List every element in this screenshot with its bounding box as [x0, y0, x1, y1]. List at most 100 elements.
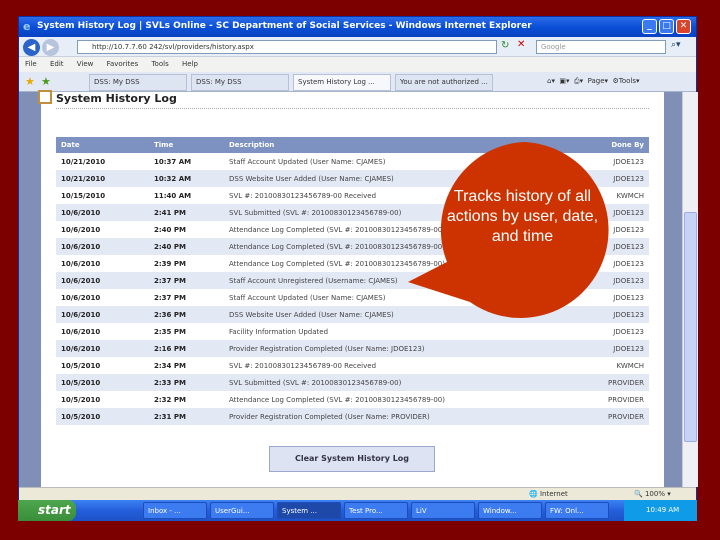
cell-time: 10:32 AM: [149, 170, 224, 187]
table-row: 10/5/2010 2:32 PM Attendance Log Completed…: [56, 391, 649, 408]
tab-dss-2[interactable]: DSS: My DSS: [191, 74, 289, 91]
taskbar-item[interactable]: LiV: [411, 502, 475, 519]
cell-date: 10/5/2010: [56, 408, 149, 425]
taskbar-item[interactable]: Window...: [478, 502, 542, 519]
cell-description: SVL Submitted (SVL #: 20100830123456789-…: [224, 374, 576, 391]
table-row: 10/6/2010 2:39 PM Attendance Log Completed…: [56, 255, 649, 272]
cell-date: 10/6/2010: [56, 238, 149, 255]
zone-indicator: 🌐 Internet: [529, 490, 568, 498]
cell-date: 10/6/2010: [61, 293, 101, 302]
table-row: 10/6/2010 2:37 PM Staff Account Updated (U…: [56, 289, 649, 306]
cell-time: 2:40 PM: [154, 225, 186, 234]
search-icon[interactable]: ⌕▾: [671, 40, 681, 50]
menu-file[interactable]: File: [25, 60, 37, 68]
back-button[interactable]: ◀: [23, 39, 40, 56]
cell-time: 2:40 PM: [149, 238, 224, 255]
tab-bar: ★ ★ DSS: My DSS DSS: My DSS System Histo…: [19, 72, 696, 92]
cell-done-by: KWMCH: [616, 361, 644, 370]
zoom-control[interactable]: 🔍 100% ▾: [634, 490, 671, 498]
tools-menu[interactable]: ⚙Tools▾: [613, 77, 640, 85]
search-input[interactable]: Google: [536, 40, 666, 54]
browser-window: e System History Log | SVLs Online - SC …: [18, 16, 698, 501]
favorites-star-icon[interactable]: ★: [25, 75, 35, 88]
cell-description: Staff Account Updated (User Name: CJAMES…: [229, 293, 386, 302]
cell-time: 2:36 PM: [149, 306, 224, 323]
vertical-scrollbar[interactable]: [682, 92, 698, 487]
col-done-by[interactable]: Done By: [575, 137, 649, 153]
home-icon[interactable]: ⌂▾: [547, 77, 555, 85]
cell-time: 2:37 PM: [149, 272, 224, 289]
cell-description: DSS Website User Added (User Name: CJAME…: [224, 306, 576, 323]
col-description[interactable]: Description: [224, 137, 576, 153]
status-bar: 🌐 Internet 🔍 100% ▾: [19, 487, 696, 501]
refresh-icon[interactable]: ↻: [501, 40, 509, 51]
cell-date: 10/6/2010: [61, 259, 101, 268]
menu-edit[interactable]: Edit: [50, 60, 64, 68]
page-menu[interactable]: Page▾: [588, 77, 608, 85]
cell-time: 2:32 PM: [154, 395, 186, 404]
table-row: 10/5/2010 2:34 PM SVL #: 20100830123456789…: [56, 357, 649, 374]
cell-date: 10/6/2010: [56, 340, 149, 357]
system-tray: 10:49 AM: [624, 500, 697, 521]
scroll-thumb[interactable]: [684, 212, 697, 442]
clear-history-button[interactable]: Clear System History Log: [269, 446, 435, 472]
tab-not-authorized[interactable]: You are not authorized ...: [395, 74, 493, 91]
right-margin: [664, 92, 682, 487]
document-icon: [38, 90, 52, 104]
forward-button[interactable]: ▶: [42, 39, 59, 56]
divider: [56, 108, 649, 109]
cell-done-by: JDOE123: [613, 327, 644, 336]
taskbar-item[interactable]: System ...: [277, 502, 341, 519]
cell-done-by: PROVIDER: [575, 408, 649, 425]
taskbar-item[interactable]: Inbox - ...: [143, 502, 207, 519]
cell-description: Attendance Log Completed (SVL #: 2010083…: [229, 259, 445, 268]
minimize-button[interactable]: _: [642, 19, 657, 34]
start-button[interactable]: start: [18, 500, 76, 521]
menu-tools[interactable]: Tools: [151, 60, 168, 68]
maximize-button[interactable]: □: [659, 19, 674, 34]
menu-favorites[interactable]: Favorites: [107, 60, 139, 68]
callout-text: Tracks history of all actions by user, d…: [446, 188, 599, 245]
cell-done-by: PROVIDER: [607, 395, 644, 404]
cell-time: 2:37 PM: [154, 293, 186, 302]
menu-help[interactable]: Help: [182, 60, 198, 68]
cell-description: Facility Information Updated: [229, 327, 329, 336]
cell-date: 10/15/2010: [61, 191, 106, 200]
cell-time: 2:39 PM: [154, 259, 186, 268]
table-row: 10/6/2010 2:16 PM Provider Registration Co…: [56, 340, 649, 357]
menu-view[interactable]: View: [77, 60, 94, 68]
print-icon[interactable]: ⎙▾: [574, 77, 583, 85]
cell-date: 10/21/2010: [61, 157, 106, 166]
taskbar-item[interactable]: Test Pro...: [344, 502, 408, 519]
cell-time: 2:16 PM: [149, 340, 224, 357]
tab-system-history[interactable]: System History Log ...: [293, 74, 391, 91]
cell-done-by: JDOE123: [575, 340, 649, 357]
cell-time: 2:34 PM: [154, 361, 186, 370]
table-row: 10/21/2010 10:37 AM Staff Account Updated …: [56, 153, 649, 170]
url-input[interactable]: http://10.7.7.60 242/svl/providers/histo…: [77, 40, 497, 54]
cell-date: 10/6/2010: [56, 272, 149, 289]
cell-date: 10/5/2010: [56, 374, 149, 391]
menu-bar: File Edit View Favorites Tools Help: [19, 57, 696, 72]
stop-icon[interactable]: ✕: [517, 39, 525, 50]
taskbar-item[interactable]: FW: Onl...: [545, 502, 609, 519]
feeds-icon[interactable]: ▣▾: [559, 77, 569, 85]
cell-done-by: JDOE123: [575, 306, 649, 323]
col-time[interactable]: Time: [149, 137, 224, 153]
cell-done-by: PROVIDER: [575, 374, 649, 391]
cell-description: Provider Registration Completed (User Na…: [224, 408, 576, 425]
table-row: 10/5/2010 2:31 PM Provider Registration Co…: [56, 408, 649, 425]
add-favorite-icon[interactable]: ★: [41, 75, 51, 88]
taskbar-item[interactable]: UserGui...: [210, 502, 274, 519]
cell-date: 10/5/2010: [61, 361, 101, 370]
cell-done-by: JDOE123: [613, 259, 644, 268]
close-button[interactable]: ✕: [676, 19, 691, 34]
clock: 10:49 AM: [646, 506, 680, 514]
table-row: 10/6/2010 2:35 PM Facility Information Upd…: [56, 323, 649, 340]
col-date[interactable]: Date: [56, 137, 149, 153]
cell-time: 2:41 PM: [149, 204, 224, 221]
table-row: 10/21/2010 10:32 AM DSS Website User Added…: [56, 170, 649, 187]
cell-time: 2:35 PM: [154, 327, 186, 336]
tab-dss-1[interactable]: DSS: My DSS: [89, 74, 187, 91]
cell-time: 11:40 AM: [154, 191, 192, 200]
